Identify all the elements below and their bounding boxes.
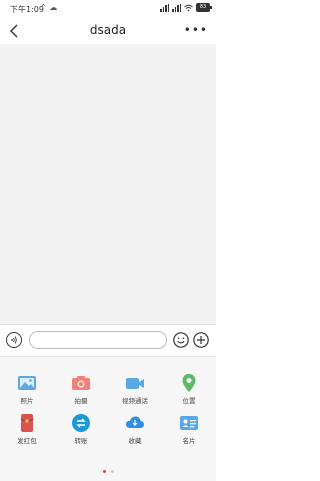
voice-input-button[interactable] (6, 332, 22, 348)
action-grid: 照片 拍摄 视频通话 位置 发红包 转账 收藏 名片 (0, 373, 216, 445)
camera-label: 拍摄 (74, 397, 88, 405)
location-label: 位置 (182, 397, 196, 405)
favorites-action[interactable]: 收藏 (108, 413, 162, 445)
location-action[interactable]: 位置 (162, 373, 216, 405)
transfer-action[interactable]: 转账 (54, 413, 108, 445)
more-actions-button[interactable] (193, 332, 209, 348)
voice-icon (11, 336, 17, 344)
emoji-button[interactable] (173, 332, 189, 348)
video-call-icon (126, 378, 144, 389)
status-indicators: 83 (160, 3, 212, 12)
page-dot-active[interactable] (102, 470, 106, 473)
status-time: 下午1:09 (10, 5, 44, 14)
red-packet-label: 发红包 (17, 437, 37, 445)
more-icon[interactable]: ••• (184, 23, 208, 37)
photo-icon (18, 376, 36, 390)
red-packet-icon (20, 414, 34, 432)
notification-icons: ⌃ ☁ (40, 3, 58, 12)
contact-card-action[interactable]: 名片 (162, 413, 216, 445)
wifi-icon (184, 4, 193, 11)
photo-label: 照片 (20, 397, 34, 405)
contact-card-label: 名片 (182, 437, 196, 445)
favorites-label: 收藏 (128, 437, 142, 445)
page-indicator (0, 470, 216, 473)
favorites-icon (126, 416, 144, 428)
battery-icon: 83 (196, 3, 212, 12)
signal-icon (172, 3, 181, 12)
transfer-label: 转账 (74, 437, 88, 445)
video-call-action[interactable]: 视频通话 (108, 373, 162, 405)
message-input[interactable] (29, 331, 167, 349)
message-list[interactable] (0, 44, 216, 324)
transfer-icon (72, 414, 90, 432)
extension-panel: 照片 拍摄 视频通话 位置 发红包 转账 收藏 名片 (0, 356, 216, 481)
camera-icon (72, 376, 90, 390)
contact-card-icon (180, 416, 198, 430)
location-icon (182, 374, 196, 392)
status-bar: 下午1:09 ⌃ ☁ 83 (0, 0, 216, 18)
photo-action[interactable]: 照片 (0, 373, 54, 405)
red-packet-action[interactable]: 发红包 (0, 413, 54, 445)
camera-action[interactable]: 拍摄 (54, 373, 108, 405)
video-call-label: 视频通话 (122, 397, 148, 405)
input-bar (0, 324, 216, 357)
page-dot[interactable] (110, 470, 114, 473)
chat-header: dsada ••• (0, 18, 216, 44)
signal-icon (160, 3, 169, 12)
